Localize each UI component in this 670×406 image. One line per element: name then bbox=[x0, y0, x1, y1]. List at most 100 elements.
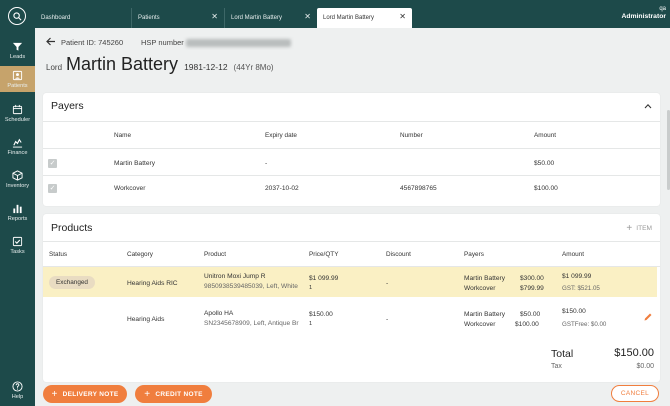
product-gst: GST: $521.05 bbox=[562, 285, 600, 292]
help-icon bbox=[12, 380, 23, 392]
col-header-payers: Payers bbox=[464, 251, 484, 258]
tab-label: Dashboard bbox=[41, 15, 71, 21]
add-item-button[interactable]: + ITEM bbox=[626, 223, 652, 234]
sidebar-item-tasks[interactable]: Tasks bbox=[0, 231, 35, 259]
close-icon[interactable]: ✕ bbox=[304, 13, 311, 21]
payers-title: Payers bbox=[51, 100, 84, 112]
top-bar: Dashboard Patients ✕ Lord Martin Battery… bbox=[35, 0, 670, 28]
products-card: Products + ITEM Status Category Product … bbox=[43, 214, 660, 382]
col-header-amount: Amount bbox=[562, 251, 585, 258]
payer-checkbox[interactable]: ✓ bbox=[48, 159, 57, 168]
product-name: Unitron Moxi Jump R bbox=[204, 273, 266, 280]
close-icon[interactable]: ✕ bbox=[399, 13, 406, 21]
product-price: $1 099.99 bbox=[309, 275, 339, 282]
status-badge: Exchanged bbox=[49, 276, 95, 289]
product-amount: $150.00 bbox=[562, 308, 586, 315]
col-header-discount: Discount bbox=[386, 251, 411, 258]
col-header-name: Name bbox=[114, 132, 132, 139]
tax-value: $0.00 bbox=[636, 363, 654, 370]
product-name: Apollo HA bbox=[204, 310, 234, 317]
payer-amount: $50.00 bbox=[534, 160, 555, 167]
sidebar-item-leads[interactable]: Leads bbox=[0, 36, 35, 64]
patient-age: (44Yr 8Mo) bbox=[233, 63, 274, 72]
products-title: Products bbox=[51, 222, 93, 234]
box-icon bbox=[12, 169, 23, 181]
col-header-status: Status bbox=[49, 251, 68, 258]
sidebar-item-help[interactable]: Help bbox=[0, 376, 35, 404]
tab-label: Lord Martin Battery bbox=[231, 15, 283, 21]
back-arrow-icon[interactable] bbox=[46, 37, 56, 46]
payer-name: Martin Battery bbox=[114, 160, 156, 167]
sidebar-item-patients[interactable]: Patients bbox=[0, 66, 35, 92]
payers-card: Payers Name Expiry date Number Amount ✓ … bbox=[43, 93, 660, 206]
col-header-amount: Amount bbox=[534, 132, 557, 139]
product-gst: GSTFree: $0.00 bbox=[562, 321, 607, 328]
sidebar-item-finance[interactable]: Finance bbox=[0, 132, 35, 160]
product-qty: 1 bbox=[309, 285, 313, 291]
sidebar-item-label: Help bbox=[11, 393, 24, 400]
payer-checkbox[interactable]: ✓ bbox=[48, 184, 57, 193]
sidebar-item-label: Tasks bbox=[10, 248, 25, 255]
table-row[interactable]: Exchanged Hearing Aids RIC Unitron Moxi … bbox=[43, 267, 657, 297]
product-price: $150.00 bbox=[309, 311, 333, 318]
col-header-expiry: Expiry date bbox=[265, 132, 297, 139]
payer-amount: $100.00 bbox=[515, 321, 539, 328]
user-role: Administrator bbox=[621, 13, 666, 20]
sidebar-item-label: Leads bbox=[9, 53, 26, 60]
col-header-product: Product bbox=[204, 251, 227, 258]
tab-patient-record-active[interactable]: Lord Martin Battery ✕ bbox=[317, 8, 412, 28]
tab-patients[interactable]: Patients ✕ bbox=[131, 8, 224, 28]
patient-name: Martin Battery bbox=[66, 54, 179, 74]
credit-note-button[interactable]: + CREDIT NOTE bbox=[135, 385, 212, 403]
col-header-category: Category bbox=[127, 251, 153, 258]
table-row[interactable]: Hearing Aids Apollo HA SN2345678909, Lef… bbox=[43, 298, 657, 334]
divider bbox=[43, 121, 660, 122]
plus-icon: + bbox=[626, 223, 633, 234]
product-qty: 1 bbox=[309, 321, 313, 327]
bar-chart-icon bbox=[13, 204, 22, 213]
payer-expiry: 2037-10-02 bbox=[265, 185, 299, 192]
credit-note-label: CREDIT NOTE bbox=[155, 390, 203, 398]
tab-dashboard[interactable]: Dashboard bbox=[35, 8, 131, 28]
sidebar-item-scheduler[interactable]: Scheduler bbox=[0, 99, 35, 127]
payer-name: Workcover bbox=[114, 185, 146, 192]
checklist-icon bbox=[12, 236, 23, 246]
payer-name: Workcover bbox=[464, 321, 496, 328]
plus-icon: + bbox=[144, 388, 151, 400]
calendar-icon bbox=[12, 104, 23, 114]
product-amount: $1 099.99 bbox=[562, 273, 592, 280]
user-info[interactable]: qa Administrator bbox=[621, 5, 666, 21]
payer-name: Martin Battery bbox=[464, 311, 506, 318]
total-value: $150.00 bbox=[614, 347, 654, 359]
payer-name: Workcover bbox=[464, 285, 496, 292]
search-icon[interactable] bbox=[8, 7, 26, 25]
tab-label: Lord Martin Battery bbox=[323, 15, 375, 21]
leads-icon bbox=[12, 42, 23, 51]
divider bbox=[43, 148, 660, 149]
divider bbox=[43, 175, 660, 176]
sidebar-item-reports[interactable]: Reports bbox=[0, 198, 35, 226]
patient-id: Patient ID: 745260 bbox=[61, 38, 124, 47]
hsp-value-redacted bbox=[185, 39, 291, 48]
delivery-note-label: DELIVERY NOTE bbox=[62, 390, 119, 398]
delivery-note-button[interactable]: + DELIVERY NOTE bbox=[43, 385, 127, 403]
patient-dob: 1981-12-12 bbox=[184, 62, 228, 72]
sidebar-item-inventory[interactable]: Inventory bbox=[0, 165, 35, 193]
edit-pencil-icon[interactable] bbox=[643, 312, 653, 322]
chevron-up-icon[interactable] bbox=[644, 103, 652, 109]
add-item-label: ITEM bbox=[636, 225, 652, 232]
product-detail: 985093853948503​9, Left, White bbox=[204, 283, 298, 290]
payer-expiry: - bbox=[265, 160, 268, 167]
tab-patient-record[interactable]: Lord Martin Battery ✕ bbox=[224, 8, 317, 28]
cancel-button[interactable]: CANCEL bbox=[611, 385, 659, 402]
payer-amount: $300.00 bbox=[520, 275, 544, 282]
product-discount: - bbox=[386, 316, 389, 323]
sidebar-item-label: Reports bbox=[7, 215, 28, 222]
divider bbox=[43, 241, 660, 242]
sidebar-item-label: Inventory bbox=[5, 182, 29, 189]
col-header-number: Number bbox=[400, 132, 423, 139]
col-header-price-qty: Price/QTY bbox=[309, 251, 339, 258]
close-icon[interactable]: ✕ bbox=[211, 13, 218, 21]
tax-label: Tax bbox=[551, 363, 562, 370]
plus-icon: + bbox=[51, 388, 58, 400]
